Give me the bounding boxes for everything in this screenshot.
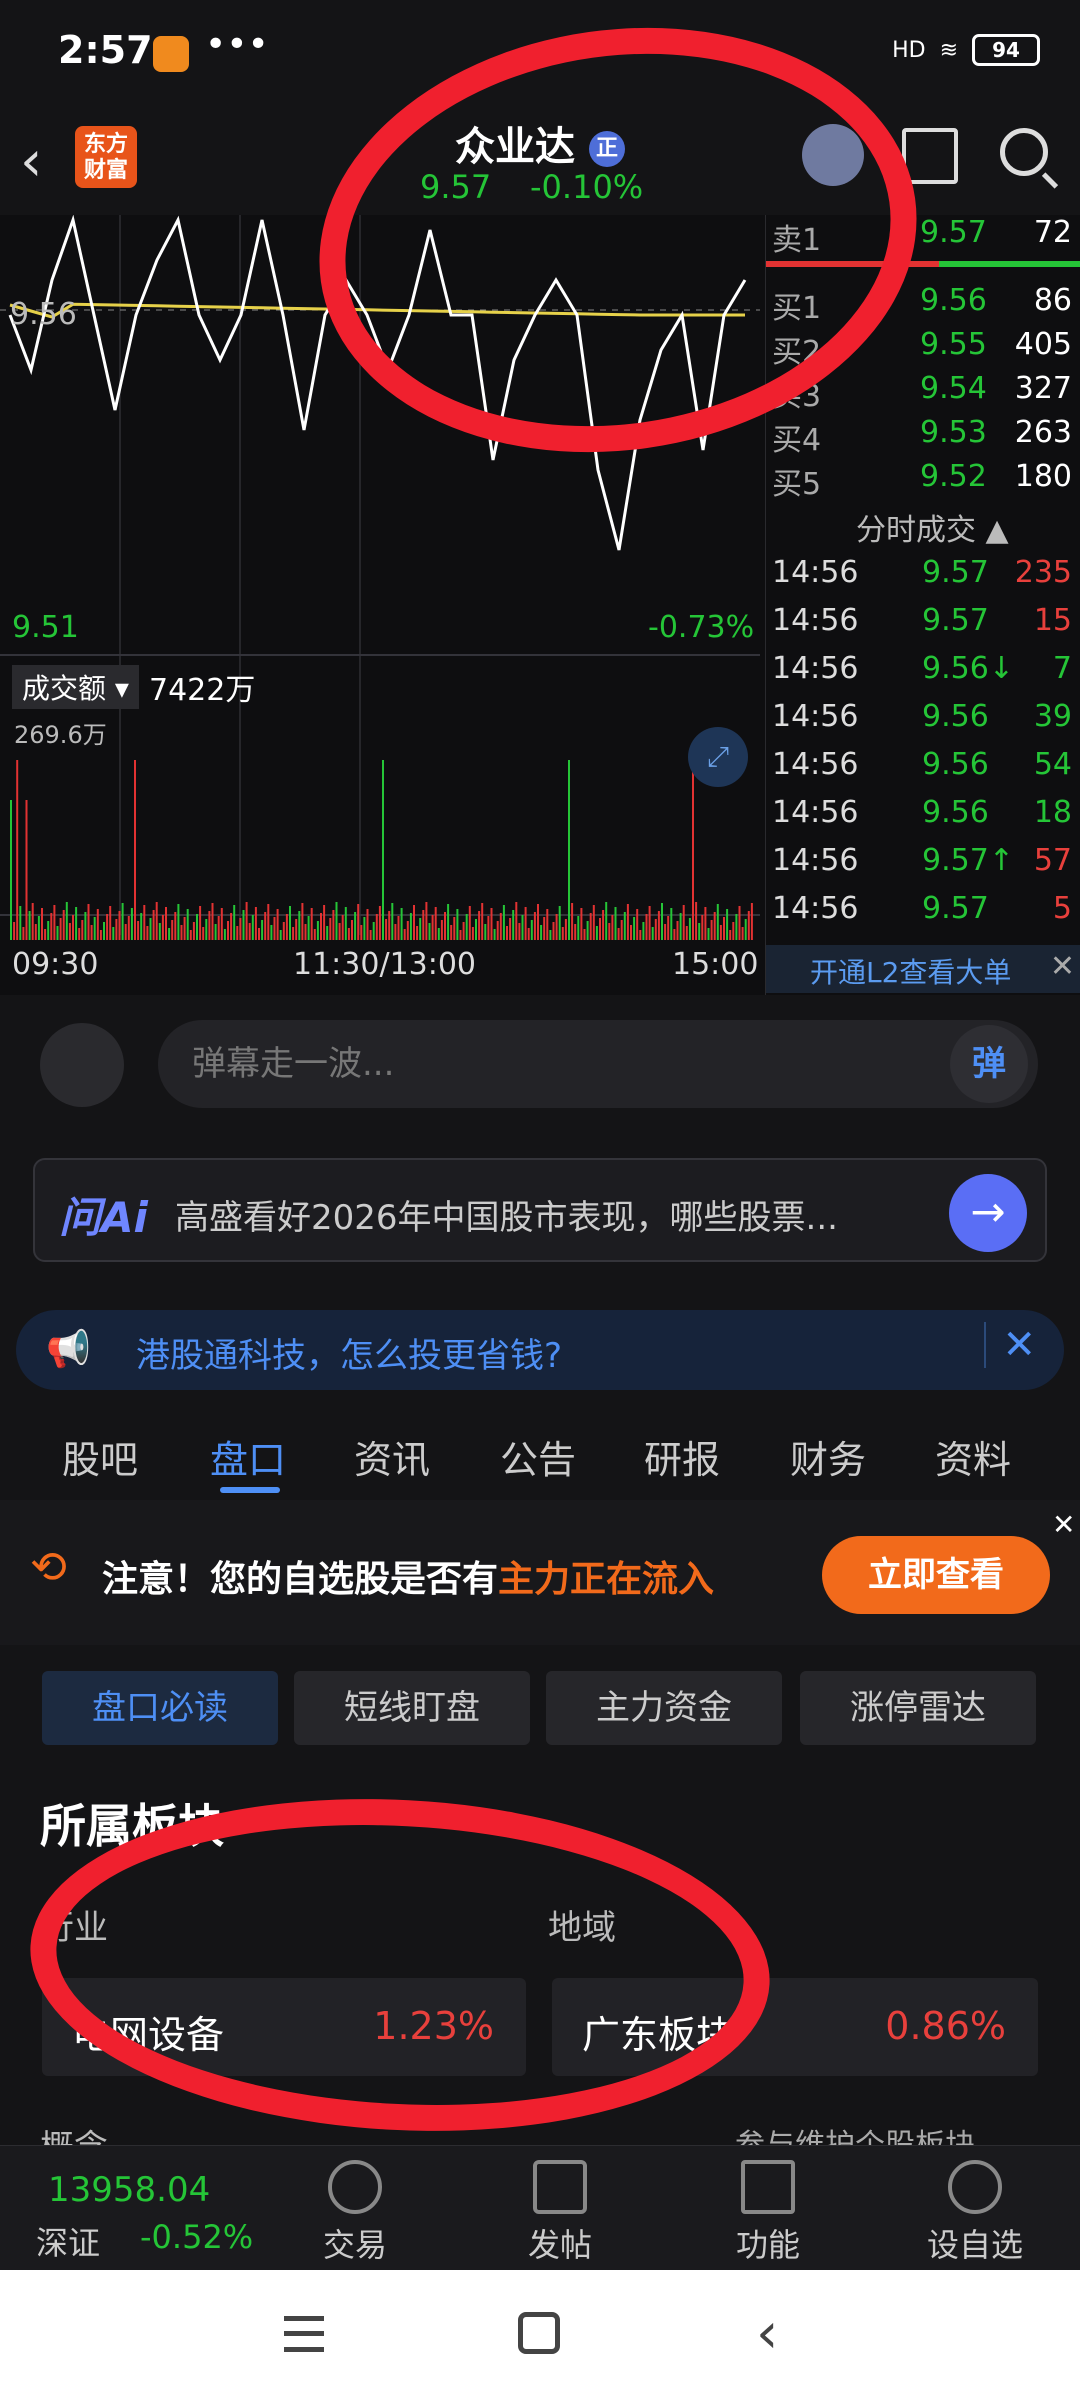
order-book: 卖1 9.57 72 买1 9.56 86 买2 9.55 405 买3 9.54 327 … [765,215,1080,995]
add-watchlist-button[interactable]: 设自选 [915,2160,1035,2266]
tab-pankou[interactable]: 盘口 [210,1429,286,1484]
buy-row[interactable]: 买5 9.52 180 [772,459,1072,503]
arrow-right-icon[interactable]: → [949,1174,1027,1252]
verified-badge-icon: 正 [588,131,625,167]
megaphone-icon: 📢 [46,1329,91,1370]
book-divider [766,261,1080,267]
buy-row[interactable]: 买4 9.53 263 [772,415,1072,459]
intraday-chart[interactable]: 9.56 9.51 -0.73% 成交额 ▾ 7422万 269.6万 ⤢ 09… [0,215,765,995]
tab-research[interactable]: 研报 [644,1429,720,1484]
edit-icon [533,2160,587,2214]
trade-icon [328,2160,382,2214]
expand-icon[interactable]: ⤢ [688,727,748,787]
close-icon[interactable]: ✕ [984,1322,1036,1368]
region-label: 地域 [548,1908,616,1948]
share-icon[interactable] [902,128,958,184]
robot-assistant-icon[interactable] [802,124,864,186]
y-axis-change-label: -0.73% [648,610,755,645]
tab-news[interactable]: 资讯 [354,1429,430,1484]
y-axis-bottom-label: 9.51 [12,610,79,645]
back-icon[interactable]: ‹ [756,2306,778,2362]
status-time: 2:57 [58,28,153,72]
y-axis-top-label: 9.56 [10,297,77,332]
volume-max-label: 269.6万 [14,721,107,749]
close-icon[interactable]: ✕ [1052,1508,1075,1541]
trades-header[interactable]: 分时成交 ▲ [856,505,1009,549]
tab-profile[interactable]: 资料 [935,1429,1011,1484]
functions-button[interactable]: 功能 [708,2160,828,2266]
subtab-main-funds[interactable]: 主力资金 [546,1671,782,1745]
volume-header: 成交额 ▾ 7422万 [12,665,255,709]
stock-change: -0.10% [530,168,644,206]
search-icon[interactable] [1000,128,1048,176]
ai-question-box[interactable]: 问Ai 高盛看好2026年中国股市表现，哪些股票... → [33,1158,1047,1262]
wifi-icon: ≋ [939,37,958,63]
grid-icon [741,2160,795,2214]
buy-row[interactable]: 买1 9.56 86 [772,283,1072,327]
tab-announcements[interactable]: 公告 [500,1429,576,1484]
recent-apps-icon[interactable] [284,2316,324,2352]
volume-value: 7422万 [148,673,256,708]
status-icons: HD ≋ 94 [892,34,1040,66]
industry-label: 行业 [40,1908,108,1948]
subtab-short-term[interactable]: 短线盯盘 [294,1671,530,1745]
tab-finance[interactable]: 财务 [790,1429,866,1484]
content-tabs: 股吧 盘口 资讯 公告 研报 财务 资料 [0,1405,1080,1500]
more-icon [948,2160,1002,2214]
subtab-limit-radar[interactable]: 涨停雷达 [800,1671,1036,1745]
alert-text: 注意！您的自选股是否有主力正在流入 [102,1559,715,1600]
capital-inflow-alert: ⟲ 注意！您的自选股是否有主力正在流入 立即查看 ✕ [0,1500,1080,1645]
ai-logo: 问Ai [59,1193,148,1242]
x-axis-mid: 11:30/13:00 [293,947,477,982]
back-icon[interactable]: ‹ [20,132,70,192]
index-name[interactable]: 深证 [36,2218,100,2264]
app-logo: 东方 财富 [75,126,137,188]
index-value[interactable]: 13958.04 [48,2170,210,2210]
view-now-button[interactable]: 立即查看 [822,1536,1050,1614]
bottom-toolbar: 13958.04 深证 -0.52% 交易 发帖 功能 设自选 [0,2145,1080,2270]
industry-sector-card[interactable]: 电网设备 1.23% [42,1978,526,2076]
active-tab-indicator [220,1487,280,1493]
close-icon[interactable]: ✕ [1050,949,1075,984]
danmu-toggle-button[interactable]: 弹 [950,1025,1028,1103]
l2-upgrade-bar[interactable]: 开通L2查看大单 ✕ [766,945,1080,993]
notice-banner[interactable]: 📢 港股通科技，怎么投更省钱? ✕ [16,1310,1064,1390]
danmu-input[interactable]: 弹幕走一波... [158,1020,1038,1108]
stock-name[interactable]: 众业达 正 [410,114,670,172]
region-sector-card[interactable]: 广东板块 0.86% [552,1978,1038,2076]
home-icon[interactable] [518,2312,560,2354]
status-bar: 2:57 ••• HD ≋ 94 [0,0,1080,110]
trend-alert-icon: ⟲ [30,1542,67,1593]
system-nav-bar: ‹ [0,2270,1080,2400]
buy-row[interactable]: 买3 9.54 327 [772,371,1072,415]
chart-canvas [0,215,760,940]
signal-icon: HD [892,37,926,63]
buy-row[interactable]: 买2 9.55 405 [772,327,1072,371]
sell-row[interactable]: 卖1 9.57 72 [772,215,1072,259]
index-change: -0.52% [140,2218,254,2256]
comment-bar: 弹幕走一波... 弹 [0,995,1080,1135]
stock-price: 9.57 [420,168,492,206]
post-button[interactable]: 发帖 [500,2160,620,2266]
volume-type-dropdown[interactable]: 成交额 ▾ [12,665,139,709]
pankou-subtabs: 盘口必读 短线盯盘 主力资金 涨停雷达 [0,1645,1080,1765]
x-axis-end: 15:00 [672,947,759,982]
battery-icon: 94 [972,34,1040,66]
x-axis-start: 09:30 [12,947,99,982]
tab-guba[interactable]: 股吧 [62,1429,138,1484]
status-more-dots: ••• [205,24,269,65]
comment-settings-icon[interactable] [40,1023,124,1107]
sector-title: 所属板块 [40,1799,224,1853]
trade-button[interactable]: 交易 [295,2160,415,2266]
ai-prompt-text: 高盛看好2026年中国股市表现，哪些股票... [175,1198,838,1238]
stock-header: ‹ 东方 财富 众业达 正 9.57 -0.10% [0,110,1080,215]
notice-text: 港股通科技，怎么投更省钱? [136,1336,563,1376]
notification-app-icon [153,36,189,72]
subtab-must-read[interactable]: 盘口必读 [42,1671,278,1745]
